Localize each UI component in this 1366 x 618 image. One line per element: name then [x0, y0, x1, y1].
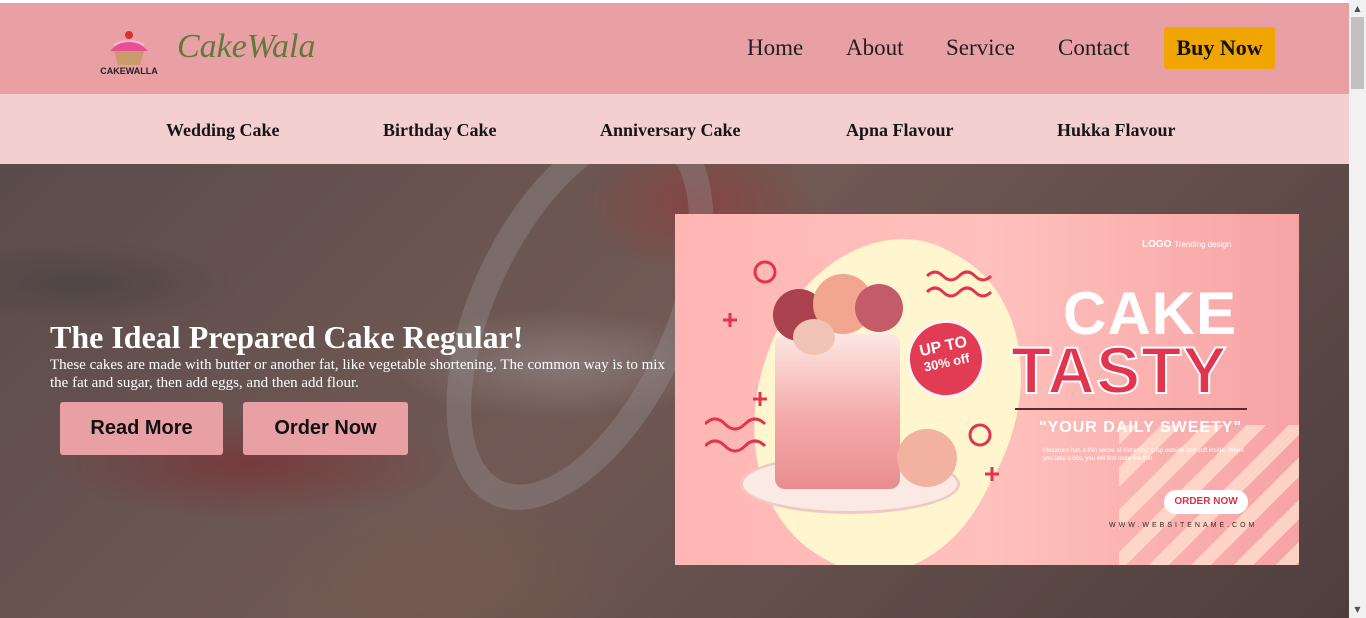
hero-section: The Ideal Prepared Cake Regular! These c… — [0, 164, 1349, 618]
category-hukka-flavour[interactable]: Hukka Flavour — [1057, 120, 1176, 141]
category-anniversary-cake[interactable]: Anniversary Cake — [600, 120, 741, 141]
hero-description: These cakes are made with butter or anot… — [50, 357, 665, 391]
read-more-button[interactable]: Read More — [60, 402, 223, 455]
cake-flower — [855, 284, 903, 332]
cake-image — [775, 334, 900, 489]
promo-banner[interactable]: UP TO 30% off LOGO Trending design CAKE … — [675, 214, 1299, 565]
promo-logo-subtitle: Trending design — [1174, 240, 1232, 249]
promo-divider — [1015, 408, 1247, 410]
nav-service[interactable]: Service — [946, 35, 1015, 61]
category-nav: Wedding Cake Birthday Cake Anniversary C… — [0, 94, 1349, 164]
category-wedding-cake[interactable]: Wedding Cake — [166, 120, 280, 141]
promo-heading-tasty: TASTY — [1010, 332, 1228, 408]
nav-about[interactable]: About — [846, 35, 904, 61]
hero-title: The Ideal Prepared Cake Regular! — [50, 319, 524, 355]
cake-flower — [793, 319, 835, 355]
nav-contact[interactable]: Contact — [1058, 35, 1130, 61]
promo-logo-text: LOGO — [1142, 239, 1172, 250]
logo-text: CAKEWALLA — [100, 66, 158, 75]
scroll-up-icon[interactable]: ▲ — [1349, 0, 1366, 17]
promo-website: WWW.WEBSITENAME.COM — [1109, 522, 1258, 529]
order-now-button[interactable]: Order Now — [243, 402, 408, 455]
cake-flower — [897, 429, 957, 487]
cupcake-logo-icon[interactable]: CAKEWALLA — [98, 25, 160, 75]
brand-name[interactable]: CakeWala — [177, 28, 316, 66]
category-apna-flavour[interactable]: Apna Flavour — [846, 120, 954, 141]
site-header: CAKEWALLA CakeWala Home About Service Co… — [0, 3, 1349, 94]
page-scrollbar[interactable]: ▲ ▼ — [1349, 0, 1366, 618]
nav-home[interactable]: Home — [747, 35, 803, 61]
promo-logo: LOGO Trending design — [1142, 239, 1231, 250]
promo-small-text: Macarons has a thin sense of hierarchy, … — [1043, 448, 1244, 462]
promo-tagline: "YOUR DAILY SWEETY" — [1039, 419, 1243, 436]
promo-order-button[interactable]: ORDER NOW — [1164, 490, 1248, 514]
scroll-down-icon[interactable]: ▼ — [1349, 601, 1366, 618]
scrollbar-thumb[interactable] — [1351, 17, 1364, 89]
buy-now-button[interactable]: Buy Now — [1164, 27, 1275, 69]
category-birthday-cake[interactable]: Birthday Cake — [383, 120, 497, 141]
